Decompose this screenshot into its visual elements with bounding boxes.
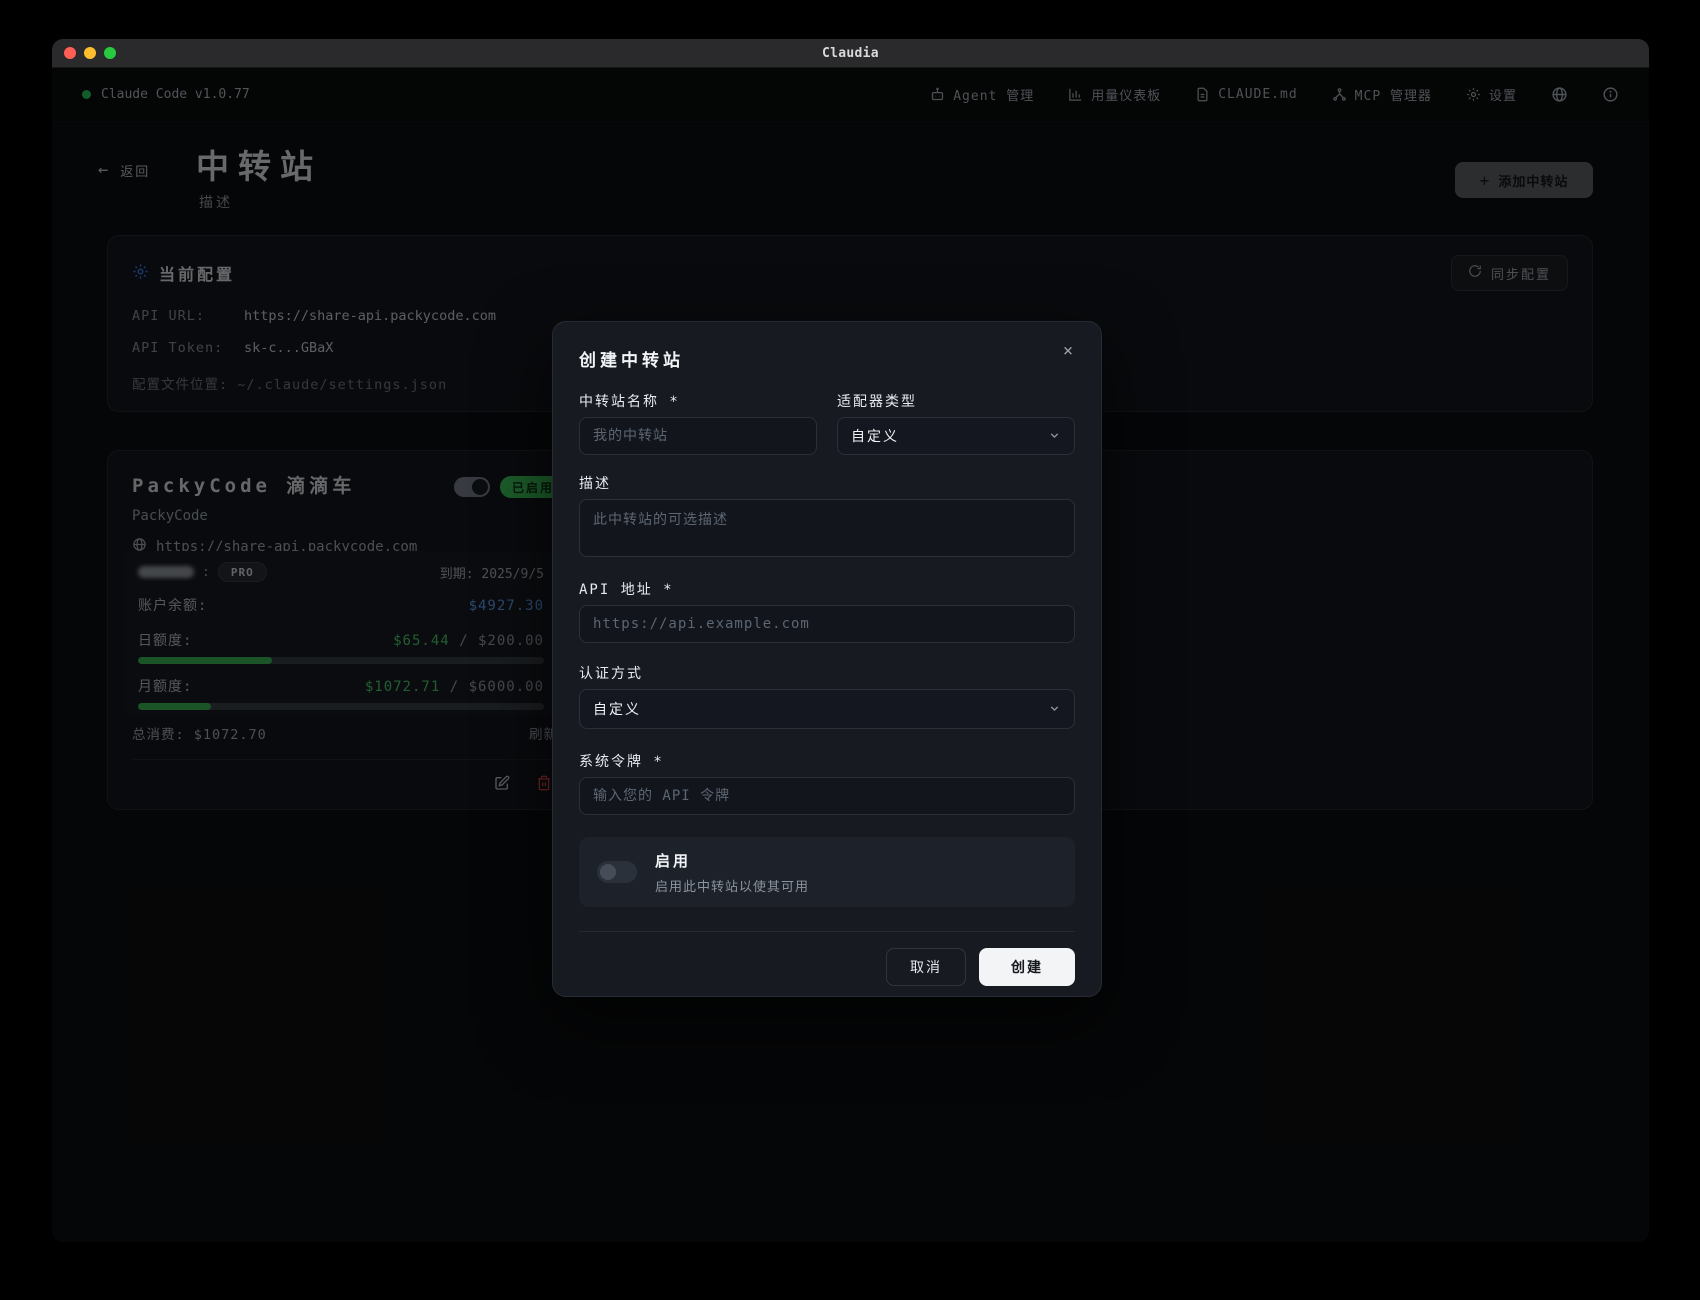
maximize-window-button[interactable] (104, 47, 116, 59)
minimize-window-button[interactable] (84, 47, 96, 59)
enable-description: 启用此中转站以使其可用 (655, 879, 810, 895)
api-field-label: API 地址 * (579, 582, 674, 598)
auth-field-label: 认证方式 (579, 666, 643, 682)
adapter-type-select[interactable]: 自定义 (837, 417, 1075, 455)
modal-title: 创建中转站 (579, 351, 684, 371)
enable-title: 启用 (655, 851, 692, 870)
close-icon[interactable]: × (1055, 338, 1081, 364)
relay-description-textarea[interactable] (579, 499, 1075, 557)
close-window-button[interactable] (64, 47, 76, 59)
system-token-input[interactable] (579, 777, 1075, 815)
auth-selected-value: 自定义 (593, 702, 641, 718)
toggle-knob (600, 864, 616, 880)
app-window: Claudia Claude Code v1.0.77 Agent 管理 用量仪… (52, 39, 1649, 1242)
enable-toggle[interactable] (597, 861, 637, 883)
auth-method-select[interactable]: 自定义 (579, 689, 1075, 729)
token-field-label: 系统令牌 * (579, 754, 664, 770)
relay-name-input[interactable] (579, 417, 817, 455)
api-address-input[interactable] (579, 605, 1075, 643)
enable-panel: 启用 启用此中转站以使其可用 (579, 837, 1075, 907)
window-title: Claudia (822, 45, 879, 61)
cancel-button[interactable]: 取消 (886, 948, 966, 986)
desc-field-label: 描述 (579, 476, 611, 492)
create-relay-modal: 创建中转站 × 中转站名称 * 适配器类型 自定义 描述 API 地址 * (552, 321, 1102, 997)
traffic-lights (64, 39, 116, 67)
chevron-down-icon (1048, 700, 1061, 719)
adapter-field-label: 适配器类型 (837, 394, 917, 410)
titlebar: Claudia (52, 39, 1649, 68)
name-field-label: 中转站名称 * (579, 394, 680, 410)
modal-divider (579, 931, 1075, 932)
adapter-selected-value: 自定义 (851, 429, 899, 445)
create-button[interactable]: 创建 (979, 948, 1075, 986)
chevron-down-icon (1048, 427, 1061, 446)
